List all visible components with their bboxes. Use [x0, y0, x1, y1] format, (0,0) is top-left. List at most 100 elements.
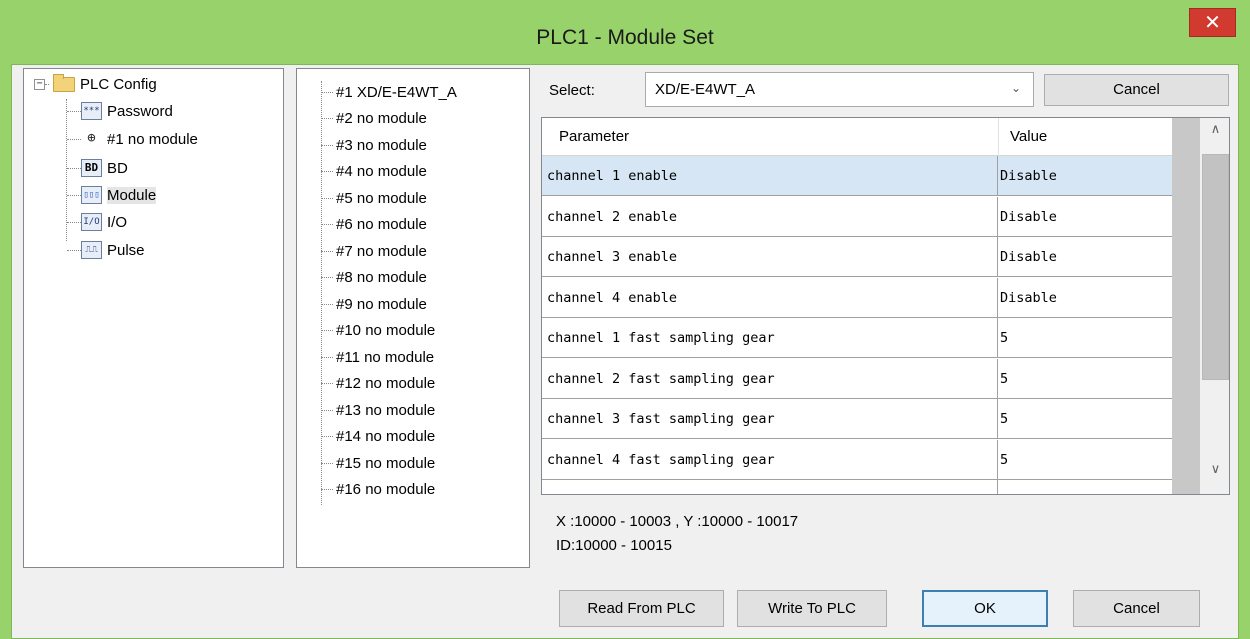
parameter-cell: channel 2 enable: [547, 208, 678, 225]
module-slot-label: #5 no module: [336, 189, 427, 207]
value-cell[interactable]: Disable: [997, 196, 1172, 237]
scroll-thumb[interactable]: [1202, 154, 1229, 380]
table-row[interactable]: channel 1 enable Disable: [542, 156, 1172, 196]
module-slot-item[interactable]: #6 no module: [321, 214, 427, 236]
tree-item-pulse[interactable]: ⎍⎍ Pulse: [67, 239, 145, 261]
module-slot-item[interactable]: #4 no module: [321, 161, 427, 183]
tree-connector: [321, 250, 333, 252]
select-cancel-button[interactable]: Cancel: [1044, 74, 1229, 106]
column-header-value[interactable]: Value: [1010, 128, 1047, 145]
network-icon: ⊕: [87, 130, 96, 146]
tree-item-password[interactable]: *** Password: [67, 100, 173, 122]
scroll-up-icon[interactable]: ∧: [1202, 122, 1229, 152]
value-cell[interactable]: 5: [997, 318, 1172, 358]
module-slot-item[interactable]: #16 no module: [321, 479, 435, 501]
tree-connector: [321, 330, 333, 331]
module-slot-label: #3 no module: [336, 136, 427, 154]
tree-label: PLC Config: [80, 75, 157, 93]
value-cell[interactable]: 5: [997, 358, 1172, 399]
module-slot-label: #2 no module: [336, 110, 427, 127]
tree-connector: [321, 277, 333, 278]
module-slot-label: #15 no module: [336, 454, 436, 472]
parameter-cell: channel 3 fast sampling gear: [547, 411, 775, 427]
column-header-parameter[interactable]: Parameter: [559, 128, 629, 145]
grid-header: Parameter Value: [542, 118, 1172, 156]
title-bar[interactable]: PLC1 - Module Set ✕: [0, 0, 1250, 64]
module-type-select[interactable]: XD/E-E4WT_A ⌄: [645, 72, 1034, 107]
io-icon: I/O: [81, 213, 102, 231]
close-button[interactable]: ✕: [1189, 8, 1236, 37]
tree-root-plc-config[interactable]: − PLC Config: [34, 73, 157, 95]
value-cell[interactable]: Disable: [997, 277, 1172, 318]
tree-connector: [321, 91, 333, 93]
value-cell[interactable]: 100: [997, 480, 1172, 494]
tree-label: #1 no module: [107, 130, 198, 148]
tree-item-network[interactable]: ⊕ #1 no module: [67, 128, 198, 150]
module-slot-item[interactable]: #7 no module: [321, 240, 427, 262]
module-slot-item[interactable]: #2 no module: [321, 108, 427, 130]
write-to-plc-button[interactable]: Write To PLC: [737, 590, 887, 627]
module-slot-label: #12 no module: [336, 375, 436, 392]
module-slot-item[interactable]: #11 no module: [321, 346, 434, 368]
table-row[interactable]: channel 4 enable Disable: [542, 277, 1172, 318]
module-slot-label: #14 no module: [336, 428, 436, 445]
module-slot-item[interactable]: #3 no module: [321, 134, 427, 156]
tree-label: Module: [107, 186, 157, 204]
tree-label: I/O: [107, 213, 128, 231]
tree-connector: [321, 436, 333, 437]
module-slot-label: #16 no module: [336, 481, 436, 498]
address-range-info: X :10000 - 10003 , Y :10000 - 10017: [556, 513, 799, 530]
module-slot-item[interactable]: #9 no module: [321, 293, 427, 315]
module-slot-item[interactable]: #8 no module: [321, 267, 427, 289]
parameter-cell: channel 1 enable: [547, 168, 678, 184]
module-slot-label: #7 no module: [336, 242, 427, 260]
table-row[interactable]: channel 2 enable Disable: [542, 196, 1172, 237]
value-cell[interactable]: Disable: [997, 156, 1172, 196]
module-slot-tree: #1 XD/E-E4WT_A #2 no module #3 no module #4…: [296, 68, 530, 568]
tree-label: Password: [107, 102, 173, 120]
table-row[interactable]: channel 4 fast sampling gear 5: [542, 439, 1172, 480]
module-slot-item[interactable]: #10 no module: [321, 320, 435, 342]
tree-item-io[interactable]: I/O I/O: [67, 211, 127, 233]
value-cell[interactable]: 5: [997, 439, 1172, 480]
ok-button[interactable]: OK: [922, 590, 1048, 627]
scroll-down-icon[interactable]: ∨: [1202, 462, 1229, 492]
parameter-cell: channel 4 fast sampling gear: [547, 451, 775, 468]
module-slot-item[interactable]: #12 no module: [321, 373, 435, 395]
tree-item-bd[interactable]: BD BD: [67, 157, 128, 179]
parameter-cell: channel 1 fast sampling speed(Hz): [547, 492, 815, 494]
tree-connector: [321, 144, 333, 146]
value-cell[interactable]: 5: [997, 399, 1172, 439]
header-separator: [998, 118, 999, 156]
module-slot-item[interactable]: #1 XD/E-E4WT_A: [321, 81, 457, 103]
collapse-icon[interactable]: −: [34, 78, 45, 90]
table-row[interactable]: channel 3 fast sampling gear 5: [542, 399, 1172, 439]
module-slot-item[interactable]: #14 no module: [321, 426, 435, 448]
config-tree-panel: − PLC Config *** Password ⊕ #1 no module…: [23, 68, 284, 568]
module-slot-label: #8 no module: [336, 269, 427, 286]
table-row[interactable]: channel 3 enable Disable: [542, 237, 1172, 277]
parameter-cell: channel 3 enable: [547, 249, 678, 265]
module-slot-item[interactable]: #5 no module: [321, 187, 427, 209]
tree-connector: [321, 118, 333, 119]
table-row[interactable]: channel 2 fast sampling gear 5: [542, 358, 1172, 399]
module-slot-label: #9 no module: [336, 295, 427, 313]
table-row[interactable]: channel 1 fast sampling speed(Hz) 100: [542, 480, 1172, 494]
read-from-plc-button[interactable]: Read From PLC: [559, 590, 724, 627]
module-slot-item[interactable]: #15 no module: [321, 452, 435, 474]
module-slot-label: #6 no module: [336, 216, 427, 233]
tree-connector: [321, 197, 333, 199]
folder-icon: [53, 73, 75, 92]
cancel-button[interactable]: Cancel: [1073, 590, 1200, 627]
grid-scrollbar[interactable]: ∧ ∨: [1172, 118, 1229, 494]
module-slot-label: #4 no module: [336, 163, 427, 180]
pulse-icon: ⎍⎍: [81, 241, 102, 259]
window-title: PLC1 - Module Set: [536, 26, 714, 49]
module-slot-item[interactable]: #13 no module: [321, 399, 435, 421]
chevron-down-icon[interactable]: ⌄: [1011, 81, 1021, 95]
tree-item-module[interactable]: ▯▯▯ Module: [67, 184, 157, 206]
table-row[interactable]: channel 1 fast sampling gear 5: [542, 318, 1172, 358]
tree-connector: [321, 356, 333, 358]
value-cell[interactable]: Disable: [997, 237, 1172, 277]
select-value: XD/E-E4WT_A: [655, 81, 756, 98]
